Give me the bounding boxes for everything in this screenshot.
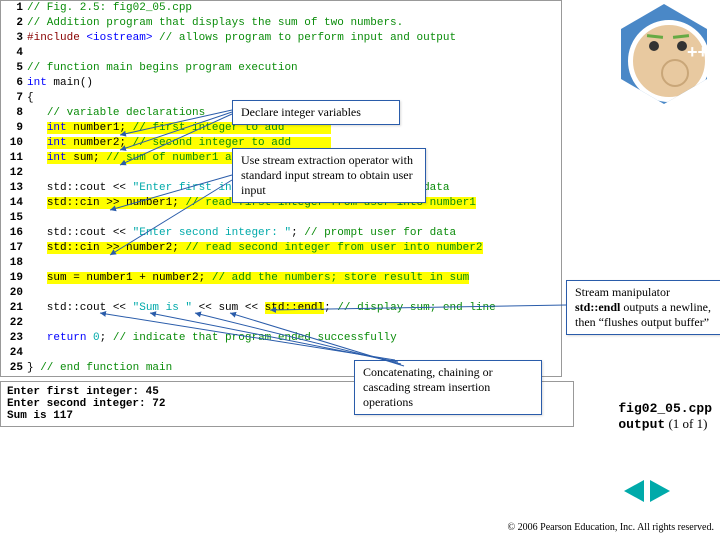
copyright-text: © 2006 Pearson Education, Inc. All right… <box>508 522 714 534</box>
slide-nav <box>624 480 670 502</box>
callout-stream-extraction: Use stream extraction operator with stan… <box>232 148 426 203</box>
callout-endl: Stream manipulator std::endl outputs a n… <box>566 280 720 335</box>
cpp-logo: ++ <box>614 4 714 104</box>
prev-slide-button[interactable] <box>624 480 644 502</box>
next-slide-button[interactable] <box>650 480 670 502</box>
file-output-label: fig02_05.cpp output (1 of 1) <box>618 400 712 432</box>
callout-chaining: Concatenating, chaining or cascading str… <box>354 360 542 415</box>
callout-declare-vars: Declare integer variables <box>232 100 400 125</box>
